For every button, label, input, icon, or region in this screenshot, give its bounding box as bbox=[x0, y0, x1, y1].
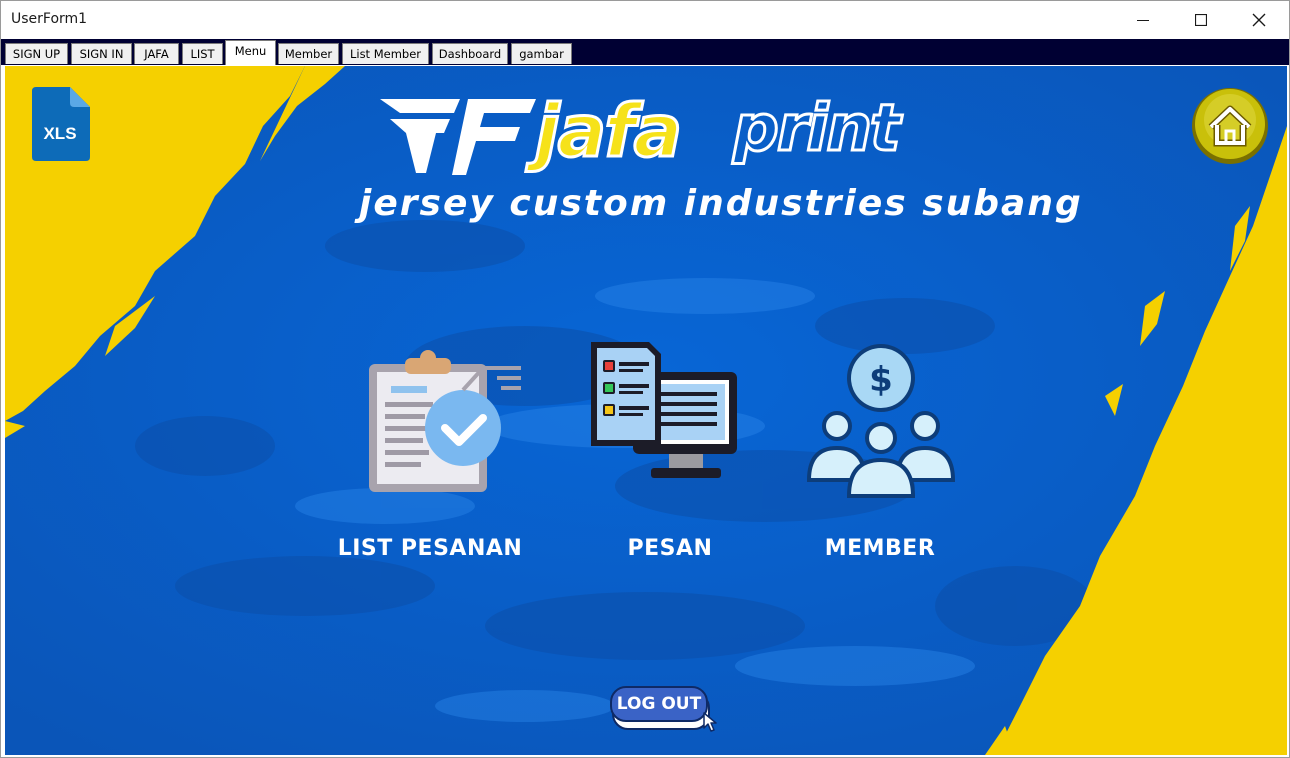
tab-gambar[interactable]: gambar bbox=[511, 43, 572, 64]
member-menu-item[interactable]: $ MEMBER bbox=[795, 336, 965, 566]
menu-page: XLS jafa print jersey custom industries … bbox=[5, 66, 1287, 755]
xls-label: XLS bbox=[43, 124, 76, 143]
pointer-cursor-icon bbox=[703, 712, 717, 732]
clipboard-check-icon bbox=[369, 350, 521, 492]
brand-tagline: jersey custom industries subang bbox=[359, 183, 1083, 224]
maximize-button[interactable] bbox=[1172, 1, 1230, 39]
logo-word-print: print bbox=[731, 92, 901, 166]
window-title: UserForm1 bbox=[11, 11, 88, 27]
computer-order-form-icon bbox=[591, 342, 737, 478]
minimize-icon bbox=[1137, 20, 1149, 21]
tab-menu[interactable]: Menu bbox=[225, 40, 276, 65]
logout-label: LOG OUT bbox=[610, 686, 708, 722]
tab-sign-in[interactable]: SIGN IN bbox=[71, 43, 132, 64]
close-icon bbox=[1252, 13, 1266, 27]
logout-button[interactable]: LOG OUT bbox=[610, 686, 717, 732]
list-pesanan-label: LIST PESANAN bbox=[337, 536, 523, 561]
logo-word-jafa: jafa bbox=[533, 89, 683, 173]
minimize-button[interactable] bbox=[1114, 1, 1172, 39]
tab-jafa[interactable]: JAFA bbox=[134, 43, 179, 64]
tab-strip: SIGN UP SIGN IN JAFA LIST Menu Member Li… bbox=[1, 39, 1289, 65]
title-bar: UserForm1 bbox=[1, 1, 1289, 39]
member-label: MEMBER bbox=[824, 536, 936, 561]
tab-list-member[interactable]: List Member bbox=[342, 43, 429, 64]
close-button[interactable] bbox=[1230, 1, 1288, 39]
list-pesanan-menu-item[interactable]: LIST PESANAN bbox=[325, 346, 535, 566]
home-button[interactable] bbox=[1191, 87, 1269, 165]
members-dollar-icon: $ bbox=[806, 344, 956, 498]
tab-dashboard[interactable]: Dashboard bbox=[432, 43, 508, 64]
userform-window: UserForm1 SIGN UP SIGN IN JAFA LIST Menu… bbox=[0, 0, 1290, 758]
pesan-label: PESAN bbox=[627, 536, 713, 561]
svg-text:$: $ bbox=[869, 360, 893, 400]
maximize-icon bbox=[1195, 14, 1207, 26]
tab-list[interactable]: LIST bbox=[182, 43, 223, 64]
pesan-menu-item[interactable]: PESAN bbox=[585, 336, 755, 566]
tab-sign-up[interactable]: SIGN UP bbox=[5, 43, 68, 64]
xls-file-icon[interactable]: XLS bbox=[32, 87, 90, 161]
tab-member[interactable]: Member bbox=[278, 43, 339, 64]
